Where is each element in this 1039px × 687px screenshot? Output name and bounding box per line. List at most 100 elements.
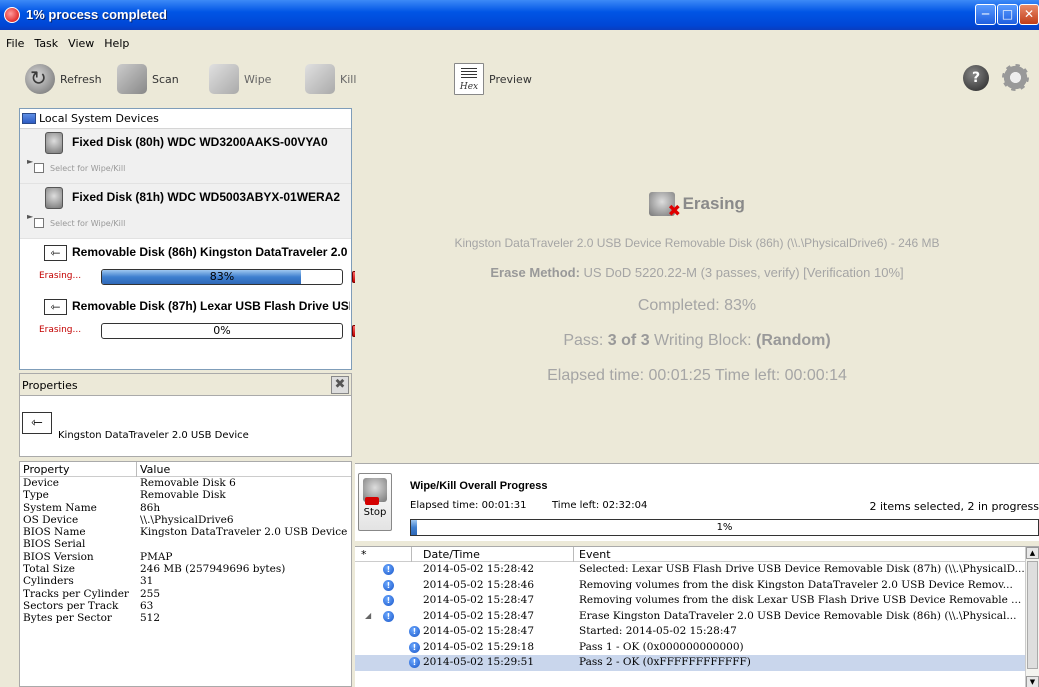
device-progress-bar: 0% bbox=[101, 323, 343, 339]
property-row[interactable]: BIOS Serial bbox=[20, 538, 351, 550]
refresh-button[interactable]: Refresh bbox=[25, 60, 102, 98]
help-icon[interactable]: ? bbox=[963, 65, 989, 91]
select-checkbox[interactable] bbox=[34, 218, 44, 228]
log-row[interactable]: ◢! 2014-05-02 15:28:47 Erase Kingston Data… bbox=[355, 609, 1039, 625]
property-value: Removable Disk bbox=[140, 489, 226, 502]
hex-preview-icon: Hex bbox=[454, 63, 484, 95]
overall-selection-status: 2 items selected, 2 in progress bbox=[869, 500, 1039, 513]
property-row[interactable]: Cylinders 31 bbox=[20, 575, 351, 587]
erase-disk-icon bbox=[649, 192, 681, 220]
writing-block-value: (Random) bbox=[756, 332, 831, 349]
property-name: BIOS Version bbox=[23, 550, 94, 563]
log-date-time: 2014-05-02 15:28:46 bbox=[423, 578, 535, 591]
minimize-icon: ─ bbox=[981, 7, 990, 21]
menu-view[interactable]: View bbox=[64, 35, 98, 53]
property-row[interactable]: Device Removable Disk 6 bbox=[20, 477, 351, 489]
log-event: Removing volumes from the disk Kingston … bbox=[579, 578, 1013, 591]
property-row[interactable]: BIOS Name Kingston DataTraveler 2.0 USB D… bbox=[20, 526, 351, 538]
property-row[interactable]: Bytes per Sector 512 bbox=[20, 612, 351, 624]
column-star[interactable]: * bbox=[361, 548, 367, 561]
kill-button[interactable]: Kill bbox=[305, 60, 356, 98]
devices-header[interactable]: Local System Devices bbox=[20, 109, 351, 129]
gear-icon[interactable] bbox=[1002, 64, 1029, 91]
overall-progress-bar: 1% bbox=[410, 519, 1039, 536]
property-name: Tracks per Cylinder bbox=[23, 587, 129, 600]
menu-help[interactable]: Help bbox=[100, 35, 133, 53]
event-log: * Date/Time Event ! 2014-05-02 15:28:42 Se… bbox=[355, 546, 1039, 687]
column-property[interactable]: Property bbox=[23, 463, 70, 476]
select-checkbox[interactable] bbox=[34, 163, 44, 173]
property-name: Bytes per Sector bbox=[23, 612, 112, 625]
scroll-thumb[interactable] bbox=[1027, 561, 1038, 669]
column-date-time[interactable]: Date/Time bbox=[423, 548, 480, 561]
info-icon: ! bbox=[383, 564, 394, 575]
collapse-arrow-icon[interactable]: ◢ bbox=[365, 611, 371, 620]
menu-file[interactable]: File bbox=[2, 35, 28, 53]
info-icon: ! bbox=[409, 641, 420, 653]
erase-progress-row: Erasing... 83% bbox=[39, 269, 364, 285]
expand-arrow-icon[interactable]: ► bbox=[27, 212, 33, 221]
expand-arrow-icon[interactable]: ► bbox=[27, 157, 33, 166]
property-name: BIOS Name bbox=[23, 526, 86, 539]
close-icon: ✕ bbox=[1023, 7, 1035, 21]
column-event[interactable]: Event bbox=[579, 548, 611, 561]
log-event: Removing volumes from the disk Lexar USB… bbox=[579, 594, 1022, 606]
property-row[interactable]: Sectors per Track 63 bbox=[20, 600, 351, 612]
preview-button[interactable]: Hex Preview bbox=[454, 60, 532, 98]
property-value: 512 bbox=[140, 612, 161, 625]
property-row[interactable]: Total Size 246 MB (257949696 bytes) bbox=[20, 563, 351, 575]
maximize-button[interactable]: □ bbox=[997, 4, 1018, 25]
log-columns: * Date/Time Event bbox=[355, 547, 1039, 562]
erasing-title: Erasing bbox=[682, 194, 745, 213]
property-name: Sectors per Track bbox=[23, 599, 119, 612]
column-separator[interactable] bbox=[411, 547, 412, 562]
log-event: Selected: Lexar USB Flash Drive USB Devi… bbox=[579, 563, 1025, 575]
column-separator[interactable] bbox=[136, 462, 137, 477]
writing-block-label: Writing Block: bbox=[654, 332, 752, 349]
column-value[interactable]: Value bbox=[140, 463, 170, 476]
stop-button[interactable]: Stop bbox=[358, 473, 392, 531]
log-row[interactable]: ! 2014-05-02 15:28:47 Started: 2014-05-02 … bbox=[355, 624, 1039, 640]
erasing-heading: Erasing bbox=[355, 192, 1039, 220]
select-wipe-kill-row[interactable]: Select for Wipe/Kill bbox=[34, 163, 125, 173]
scroll-up-icon[interactable]: ▲ bbox=[1026, 547, 1039, 559]
menu-task[interactable]: Task bbox=[30, 35, 62, 53]
progress-text: 0% bbox=[213, 324, 231, 337]
computer-icon bbox=[22, 113, 36, 124]
property-row[interactable]: System Name 86h bbox=[20, 502, 351, 514]
log-row[interactable]: ! 2014-05-02 15:28:42 Selected: Lexar USB … bbox=[355, 562, 1039, 578]
device-item-fixed-81h[interactable]: ► Fixed Disk (81h) WDC WD5003ABYX-01WERA… bbox=[20, 184, 351, 239]
property-value: 246 MB (257949696 bytes) bbox=[140, 563, 286, 576]
property-row[interactable]: Tracks per Cylinder 255 bbox=[20, 588, 351, 600]
wipe-button[interactable]: Wipe bbox=[209, 60, 271, 98]
scan-disk-icon bbox=[117, 64, 147, 94]
device-item-fixed-80h[interactable]: ► Fixed Disk (80h) WDC WD3200AAKS-00VYA0… bbox=[20, 129, 351, 184]
log-scrollbar[interactable]: ▲ ▼ bbox=[1025, 547, 1039, 687]
property-row[interactable]: BIOS Version PMAP bbox=[20, 551, 351, 563]
property-row[interactable]: Type Removable Disk bbox=[20, 489, 351, 501]
select-wipe-kill-row[interactable]: Select for Wipe/Kill bbox=[34, 218, 125, 228]
column-separator[interactable] bbox=[573, 547, 574, 562]
property-row[interactable]: OS Device \\.\PhysicalDrive6 bbox=[20, 514, 351, 526]
device-title: Removable Disk (87h) Lexar USB Flash Dri… bbox=[72, 299, 350, 313]
log-date-time: 2014-05-02 15:28:47 bbox=[423, 609, 535, 622]
log-row[interactable]: ! 2014-05-02 15:28:47 Removing volumes fro… bbox=[355, 593, 1039, 609]
close-properties-icon[interactable]: ✖ bbox=[331, 376, 349, 394]
log-date-time: 2014-05-02 15:29:18 bbox=[423, 640, 535, 653]
property-name: OS Device bbox=[23, 513, 79, 526]
property-value: 86h bbox=[140, 501, 161, 514]
scan-button[interactable]: Scan bbox=[117, 60, 179, 98]
log-row[interactable]: ! 2014-05-02 15:29:51 Pass 2 - OK (0xFFFFF… bbox=[355, 655, 1039, 671]
close-button[interactable]: ✕ bbox=[1019, 4, 1039, 25]
scroll-down-icon[interactable]: ▼ bbox=[1026, 676, 1039, 687]
log-row[interactable]: ! 2014-05-02 15:28:46 Removing volumes fro… bbox=[355, 578, 1039, 594]
device-item-removable-86h[interactable]: ⇽ Removable Disk (86h) Kingston DataTrav… bbox=[20, 239, 364, 293]
pass-label: Pass: bbox=[563, 332, 604, 349]
log-row[interactable]: ! 2014-05-02 15:29:18 Pass 1 - OK (0x00000… bbox=[355, 640, 1039, 656]
title-bar[interactable]: 1% process completed ─ □ ✕ bbox=[0, 0, 1039, 30]
device-item-removable-87h[interactable]: ⇽ Removable Disk (87h) Lexar USB Flash D… bbox=[20, 293, 364, 347]
info-icon: ! bbox=[383, 610, 394, 622]
overall-title: Wipe/Kill Overall Progress bbox=[410, 480, 548, 492]
minimize-button[interactable]: ─ bbox=[975, 4, 996, 25]
log-rows: ! 2014-05-02 15:28:42 Selected: Lexar USB … bbox=[355, 562, 1039, 671]
